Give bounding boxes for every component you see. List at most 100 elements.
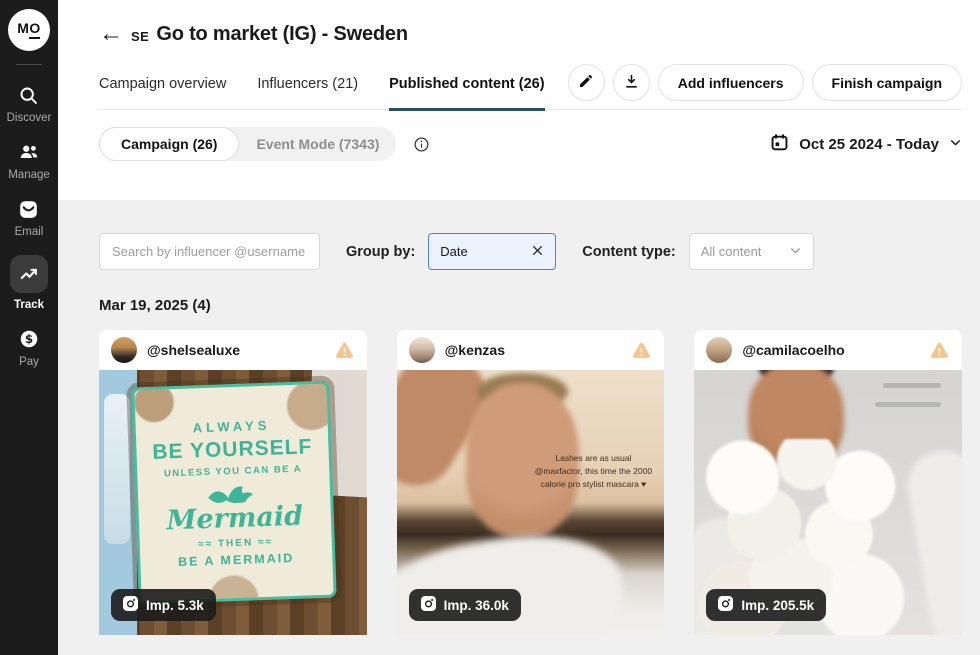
finish-campaign-button[interactable]: Finish campaign	[811, 64, 962, 101]
tag-text-shape	[882, 383, 941, 389]
warning-icon[interactable]	[334, 340, 355, 361]
back-arrow-icon[interactable]: ←	[99, 22, 123, 46]
impressions-value: Imp. 205.5k	[741, 597, 815, 613]
add-influencers-button[interactable]: Add influencers	[657, 64, 804, 101]
content-type-value: All content	[700, 244, 762, 259]
track-tile	[10, 255, 48, 293]
search-input[interactable]	[99, 233, 320, 270]
date-group-header: Mar 19, 2025 (4)	[99, 297, 211, 314]
sign-line: Mermaid	[165, 500, 304, 536]
date-range-label: Oct 25 2024 - Today	[799, 135, 939, 153]
campaign-mode-pill[interactable]: Campaign (26)	[99, 127, 240, 161]
sign-line: THEN	[198, 536, 273, 550]
warning-icon[interactable]	[929, 340, 950, 361]
mode-row: Campaign (26) Event Mode (7343) Oct 25 2…	[99, 127, 962, 161]
page-title: Go to market (IG) - Sweden	[156, 22, 408, 45]
sidebar-item-manage[interactable]: Manage	[8, 141, 50, 181]
svg-text:$: $	[25, 332, 33, 346]
tab-published-content[interactable]: Published content (26)	[389, 64, 545, 111]
logo-text: MO	[17, 20, 41, 36]
content-type-label: Content type:	[582, 243, 676, 260]
avatar[interactable]	[111, 337, 137, 363]
event-mode-pill[interactable]: Event Mode (7343)	[239, 128, 396, 160]
date-range-picker[interactable]: Oct 25 2024 - Today	[770, 133, 962, 156]
bottle-shape	[104, 394, 130, 544]
filter-row: Group by: Date Content type: All content	[99, 233, 962, 270]
instagram-icon	[123, 596, 138, 614]
sidebar-divider	[16, 64, 42, 65]
sign-line: UNLESS YOU CAN BE A	[163, 463, 303, 479]
group-by-value: Date	[440, 244, 468, 259]
toolbar: Add influencers Finish campaign	[567, 64, 962, 101]
sidebar-item-email[interactable]: Email	[14, 198, 44, 238]
content-type-select[interactable]: All content	[688, 233, 814, 270]
tab-campaign-overview[interactable]: Campaign overview	[99, 64, 226, 111]
impressions-value: Imp. 36.0k	[443, 597, 509, 613]
post-image[interactable]: Imp. 205.5k	[694, 370, 962, 635]
chevron-down-icon	[949, 136, 962, 153]
clear-icon[interactable]	[531, 244, 544, 260]
impressions-value: Imp. 5.3k	[146, 597, 204, 613]
sidebar: MO Discover Manage Email Track $ Pay	[0, 0, 58, 655]
campaign-header: ← SE Go to market (IG) - Sweden Campaign…	[58, 0, 980, 200]
content-cards: @shelsealuxe ALWAYS BE YOURSELF UNLESS Y…	[99, 330, 962, 635]
avatar[interactable]	[706, 337, 733, 363]
sidebar-item-label: Discover	[6, 112, 52, 124]
sidebar-item-label: Email	[14, 226, 44, 238]
impressions-badge: Imp. 205.5k	[706, 589, 827, 621]
group-by-select[interactable]: Date	[428, 233, 557, 270]
search-icon	[18, 84, 40, 106]
edit-button[interactable]	[567, 64, 605, 101]
post-image[interactable]: Lashes are as usual @maxfactor, this tim…	[396, 370, 665, 635]
instagram-icon	[718, 596, 734, 614]
tabs: Campaign overview Influencers (21) Publi…	[99, 64, 545, 111]
inbox-icon	[18, 198, 40, 220]
mode-toggle: Campaign (26) Event Mode (7343)	[99, 127, 397, 161]
username-link[interactable]: @shelsealuxe	[147, 342, 240, 358]
image-caption-text: Lashes are as usual @maxfactor, this tim…	[534, 453, 653, 490]
content-body: Group by: Date Content type: All content…	[58, 200, 980, 655]
market-code: SE	[131, 28, 150, 44]
people-icon	[18, 141, 40, 163]
post-image[interactable]: ALWAYS BE YOURSELF UNLESS YOU CAN BE A M…	[99, 370, 367, 635]
tag-text-shape	[874, 401, 941, 407]
tab-influencers[interactable]: Influencers (21)	[257, 64, 358, 111]
title-row: ← SE Go to market (IG) - Sweden	[99, 18, 962, 50]
sidebar-item-label: Pay	[19, 356, 39, 368]
group-by-label: Group by:	[346, 243, 416, 260]
sign-line: ALWAYS	[192, 417, 271, 435]
app-logo[interactable]: MO	[8, 9, 50, 51]
tabs-row: Campaign overview Influencers (21) Publi…	[99, 64, 962, 111]
chevron-down-icon	[789, 244, 802, 260]
sidebar-item-discover[interactable]: Discover	[6, 84, 52, 124]
sidebar-item-label: Track	[13, 299, 45, 311]
warning-icon[interactable]	[631, 340, 652, 361]
dollar-icon: $	[18, 328, 40, 350]
download-icon	[623, 73, 640, 93]
sidebar-item-label: Manage	[8, 169, 50, 181]
content-card: @shelsealuxe ALWAYS BE YOURSELF UNLESS Y…	[99, 330, 367, 635]
card-header: @shelsealuxe	[99, 330, 367, 370]
main-content: ← SE Go to market (IG) - Sweden Campaign…	[58, 0, 980, 655]
pencil-icon	[578, 73, 594, 92]
download-button[interactable]	[612, 64, 650, 101]
mermaid-sign: ALWAYS BE YOURSELF UNLESS YOU CAN BE A M…	[131, 380, 337, 605]
content-card: @camilacoelho Imp. 205.5k	[694, 330, 962, 635]
impressions-badge: Imp. 5.3k	[111, 589, 216, 621]
sign-line: BE A MERMAID	[177, 550, 295, 569]
trend-icon	[18, 263, 40, 285]
card-header: @kenzas	[397, 330, 665, 370]
content-card: @kenzas Lashes are as usual @maxfactor, …	[396, 330, 665, 635]
avatar[interactable]	[408, 337, 435, 363]
sidebar-item-pay[interactable]: $ Pay	[18, 328, 40, 368]
username-link[interactable]: @camilacoelho	[742, 342, 844, 358]
username-link[interactable]: @kenzas	[445, 342, 505, 358]
instagram-icon	[420, 596, 436, 614]
calendar-icon	[770, 133, 789, 156]
logo-underline	[28, 37, 40, 39]
sign-line: BE YOURSELF	[151, 434, 313, 464]
mermaid-figure	[207, 486, 253, 503]
sidebar-item-track[interactable]: Track	[10, 255, 48, 311]
card-header: @camilacoelho	[694, 330, 962, 370]
info-icon[interactable]	[413, 136, 430, 153]
